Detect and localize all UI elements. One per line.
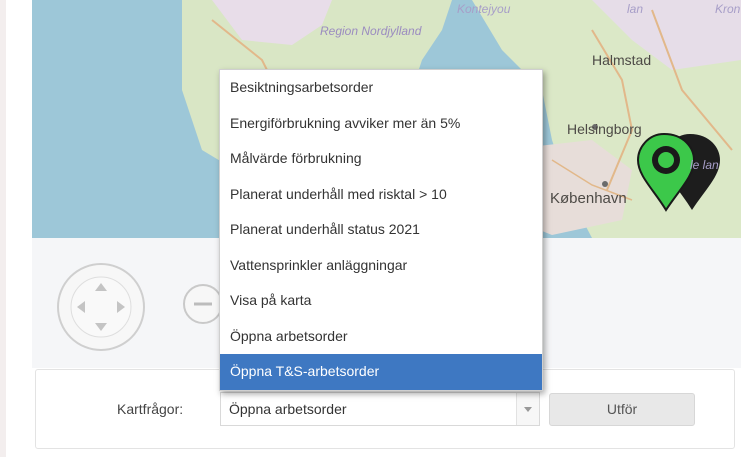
dropdown-item[interactable]: Planerat underhåll med risktal > 10 <box>220 177 542 213</box>
dropdown-item-highlighted[interactable]: Öppna T&S-arbetsorder <box>220 354 542 390</box>
dropdown-item[interactable]: Besiktningsarbetsorder <box>220 70 542 106</box>
map-label-lan: lan <box>627 2 644 16</box>
map-label-le-lan: le lan <box>690 158 719 172</box>
run-button[interactable]: Utför <box>549 393 695 426</box>
dropdown-item[interactable]: Energiförbrukning avviker mer än 5% <box>220 106 542 142</box>
map-label-helsingborg: Helsingborg <box>567 121 642 137</box>
map-query-selected-value: Öppna arbetsorder <box>229 401 347 417</box>
map-label-top: Kontejyou <box>457 2 511 16</box>
chevron-down-icon[interactable] <box>516 393 539 425</box>
map-label-region: Region Nordjylland <box>320 24 422 38</box>
dropdown-item[interactable]: Visa på karta <box>220 283 542 319</box>
map-query-select[interactable]: Öppna arbetsorder <box>220 392 540 426</box>
zoom-out-icon[interactable] <box>182 283 224 325</box>
dropdown-item[interactable]: Vattensprinkler anläggningar <box>220 248 542 284</box>
pan-arrows-icon[interactable] <box>55 261 147 353</box>
map-label-halmstad: Halmstad <box>592 52 652 68</box>
dropdown-item[interactable]: Planerat underhåll status 2021 <box>220 212 542 248</box>
map-query-label: Kartfrågor: <box>117 401 184 417</box>
dropdown-item[interactable]: Öppna arbetsorder <box>220 319 542 355</box>
map-query-dropdown: Besiktningsarbetsorder Energiförbrukning… <box>219 69 543 391</box>
map-label-kobenhavn: København <box>550 190 627 207</box>
map-label-kron: Kron <box>715 2 741 16</box>
dropdown-item[interactable]: Målvärde förbrukning <box>220 141 542 177</box>
